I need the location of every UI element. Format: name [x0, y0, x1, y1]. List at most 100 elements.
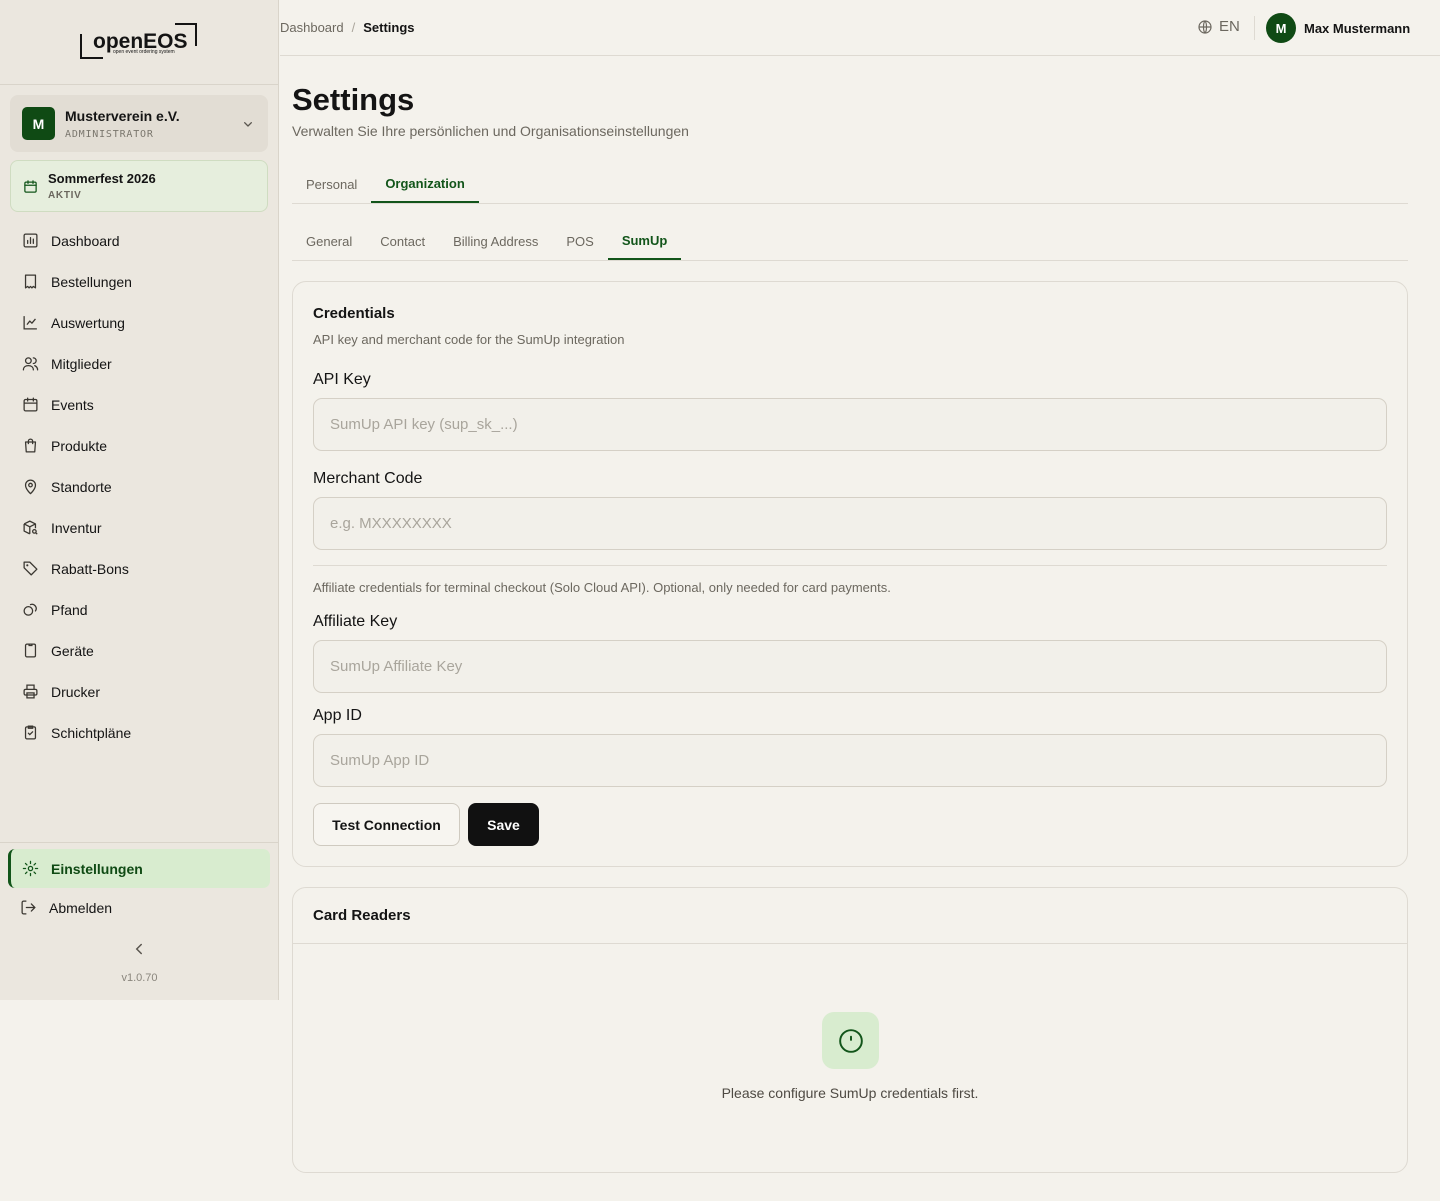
org-name: Musterverein e.V. [65, 107, 180, 124]
avatar: M [1266, 13, 1296, 43]
chevron-left-icon[interactable] [130, 940, 148, 958]
save-button[interactable]: Save [468, 803, 539, 846]
sidebar-item-abmelden[interactable]: Abmelden [8, 888, 270, 927]
sidebar-item-label: Standorte [51, 478, 112, 495]
tablet-icon [24, 643, 37, 658]
user-menu[interactable]: M Max Mustermann [1266, 13, 1410, 43]
settings-tabs: Personal Organization [292, 165, 1408, 204]
sidebar-item-standorte[interactable]: Standorte [10, 466, 268, 507]
line-chart-icon [23, 316, 37, 330]
printer-icon [23, 684, 38, 699]
tab-billing-address[interactable]: Billing Address [439, 223, 552, 260]
language-label: EN [1219, 18, 1240, 35]
credentials-title: Credentials [313, 305, 395, 322]
test-connection-button[interactable]: Test Connection [313, 803, 460, 846]
sidebar-item-label: Rabatt-Bons [51, 560, 129, 577]
calendar-icon [23, 397, 38, 412]
shopping-bag-icon [24, 438, 37, 453]
sidebar-item-rabatt-bons[interactable]: Rabatt-Bons [10, 548, 268, 589]
sidebar-item-label: Auswertung [51, 314, 125, 331]
sidebar-item-label: Geräte [51, 642, 94, 659]
language-switcher[interactable]: EN [1197, 18, 1240, 35]
affiliate-key-label: Affiliate Key [313, 613, 398, 630]
chevron-down-icon [244, 121, 252, 127]
tab-pos[interactable]: POS [552, 223, 607, 260]
sidebar-item-label: Inventur [51, 519, 102, 536]
app-id-label: App ID [313, 707, 362, 724]
affiliate-key-input[interactable] [313, 640, 1387, 693]
sidebar-item-label: Abmelden [49, 899, 113, 916]
logo[interactable]: openEOS open event ordering system [0, 0, 278, 85]
sidebar-bottom-nav: Einstellungen Abmelden [8, 849, 270, 927]
organization-switcher[interactable]: M Musterverein e.V. ADMINISTRATOR [10, 95, 268, 152]
api-key-label: API Key [313, 371, 371, 388]
calendar-icon [24, 179, 37, 193]
breadcrumb-separator: / [351, 20, 356, 35]
sidebar-item-label: Mitglieder [51, 355, 112, 372]
section-divider [313, 565, 1387, 566]
sidebar-item-label: Schichtpläne [51, 724, 132, 741]
api-key-input[interactable] [313, 398, 1387, 451]
sidebar-item-label: Dashboard [51, 232, 120, 249]
breadcrumb-current: Settings [363, 20, 415, 35]
sidebar-item-mitglieder[interactable]: Mitglieder [10, 343, 268, 384]
sidebar-item-bestellungen[interactable]: Bestellungen [10, 261, 268, 302]
sidebar-divider [0, 842, 279, 843]
breadcrumb: Dashboard / Settings [280, 20, 415, 35]
sidebar-item-drucker[interactable]: Drucker [10, 671, 268, 712]
app-id-input[interactable] [313, 734, 1387, 787]
affiliate-note: Affiliate credentials for terminal check… [313, 580, 891, 595]
sidebar-item-pfand[interactable]: Pfand [10, 589, 268, 630]
top-bar: Dashboard / Settings EN M Max Mustermann [280, 0, 1440, 56]
receipt-icon [24, 274, 37, 289]
svg-text:open event ordering system: open event ordering system [113, 49, 175, 55]
card-readers-divider [293, 943, 1407, 944]
gear-icon [22, 860, 39, 877]
sidebar-item-label: Drucker [51, 683, 101, 700]
active-event-card[interactable]: Sommerfest 2026 AKTIV [10, 160, 268, 212]
sidebar-item-label: Events [51, 396, 94, 413]
topbar-divider [1254, 16, 1255, 40]
page-subtitle: Verwalten Sie Ihre persönlichen und Orga… [292, 123, 689, 139]
tab-personal[interactable]: Personal [292, 165, 371, 203]
package-search-icon [23, 520, 38, 535]
sidebar-item-label: Pfand [51, 601, 88, 618]
sidebar-item-inventur[interactable]: Inventur [10, 507, 268, 548]
empty-state-message: Please configure SumUp credentials first… [721, 1085, 979, 1101]
globe-icon [1198, 19, 1212, 34]
card-readers-card: Card Readers Please configure SumUp cred… [292, 887, 1408, 1173]
organization-subtabs: General Contact Billing Address POS SumU… [292, 223, 1408, 261]
tab-contact[interactable]: Contact [366, 223, 439, 260]
sidebar-item-produkte[interactable]: Produkte [10, 425, 268, 466]
tab-organization[interactable]: Organization [371, 165, 479, 203]
sidebar-item-schichtplaene[interactable]: Schichtpläne [10, 712, 268, 753]
sidebar-item-label: Einstellungen [51, 860, 143, 877]
event-status-badge: AKTIV [48, 190, 82, 201]
map-pin-icon [24, 479, 37, 495]
org-role: ADMINISTRATOR [65, 128, 154, 140]
tab-sumup[interactable]: SumUp [607, 223, 682, 260]
page-title: Settings [292, 82, 415, 117]
sidebar-item-label: Bestellungen [51, 273, 132, 290]
empty-state-icon-badge [822, 1012, 879, 1069]
sidebar: openEOS open event ordering system M Mus… [0, 0, 279, 1000]
alert-circle-icon [838, 1028, 863, 1053]
event-name: Sommerfest 2026 [48, 171, 156, 186]
credentials-card: Credentials API key and merchant code fo… [292, 281, 1408, 867]
sidebar-item-dashboard[interactable]: Dashboard [10, 220, 268, 261]
merchant-code-label: Merchant Code [313, 470, 423, 487]
merchant-code-input[interactable] [313, 497, 1387, 550]
openeos-logo-icon: openEOS open event ordering system [80, 23, 197, 59]
tab-general[interactable]: General [292, 223, 366, 260]
sidebar-item-einstellungen[interactable]: Einstellungen [8, 849, 270, 888]
sidebar-item-events[interactable]: Events [10, 384, 268, 425]
org-avatar: M [22, 107, 55, 140]
chart-bar-icon [23, 233, 38, 248]
breadcrumb-dashboard[interactable]: Dashboard [280, 20, 344, 35]
sidebar-item-auswertung[interactable]: Auswertung [10, 302, 268, 343]
sidebar-item-geraete[interactable]: Geräte [10, 630, 268, 671]
logout-icon [21, 900, 36, 915]
coins-icon [23, 603, 37, 616]
user-name: Max Mustermann [1304, 20, 1411, 36]
sidebar-nav: Dashboard Bestellungen Auswertung Mitgli… [10, 220, 268, 753]
